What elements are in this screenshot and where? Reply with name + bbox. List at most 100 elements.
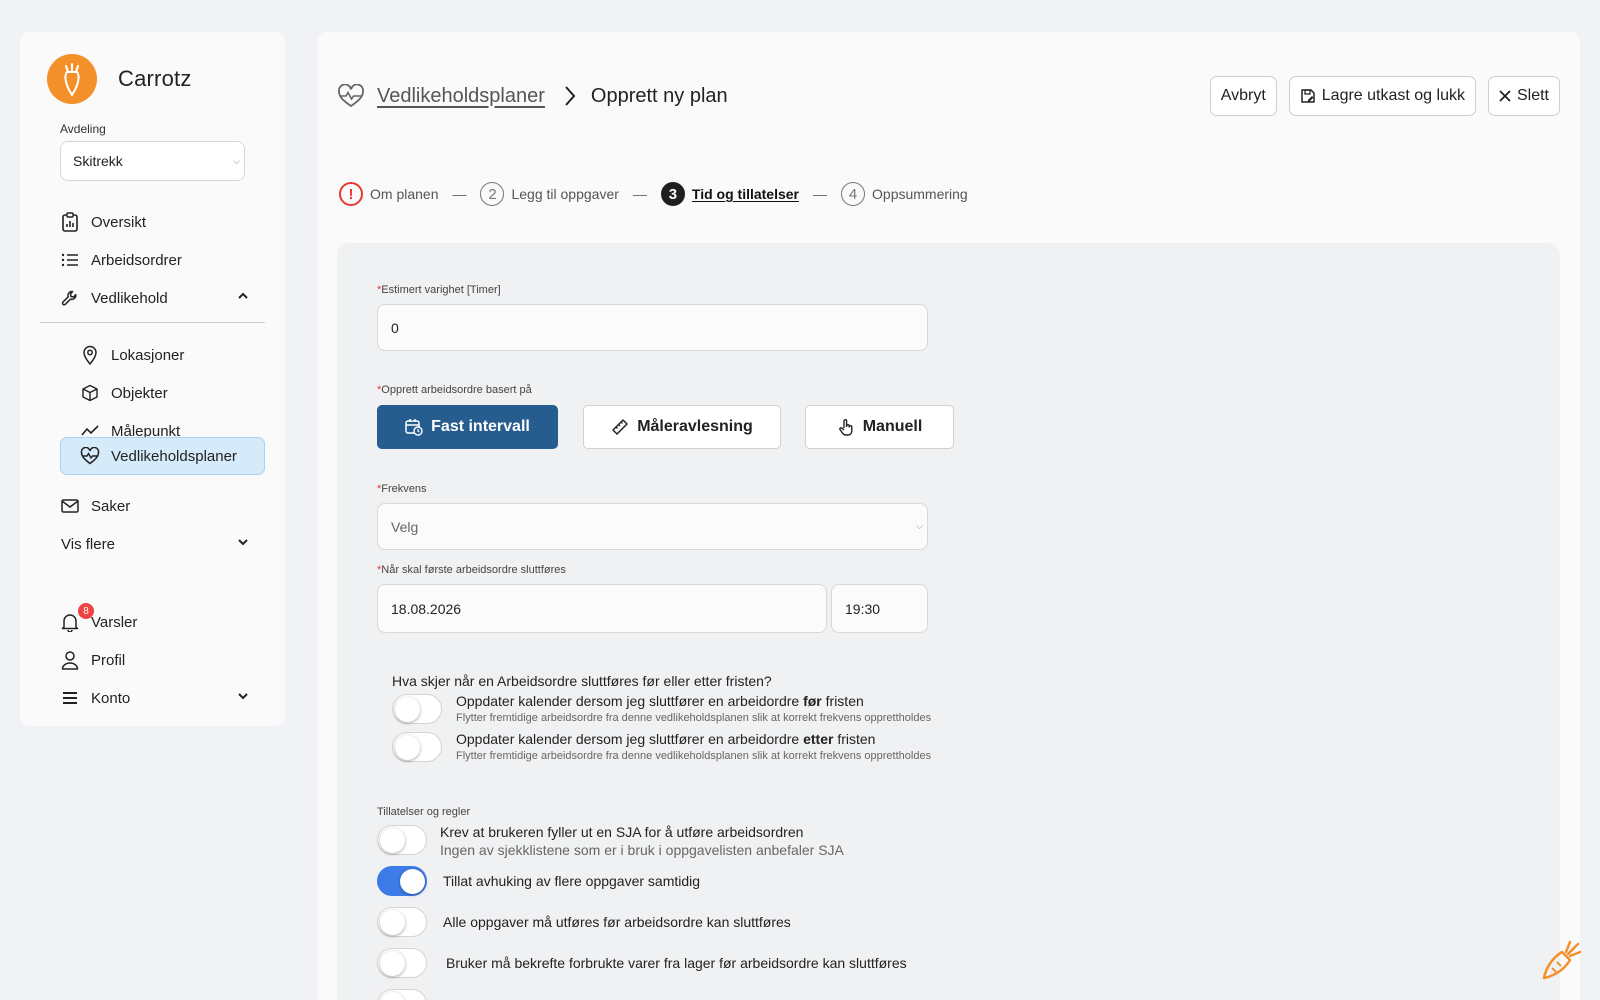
additional-rule-toggle[interactable] — [377, 989, 427, 1000]
save-draft-button[interactable]: Lagre utkast og lukk — [1288, 76, 1476, 116]
require-sja-toggle[interactable] — [377, 825, 427, 855]
chevron-down-icon: ⌵ — [916, 521, 923, 531]
sidebar-item-vis-flere[interactable]: Vis flere — [60, 526, 265, 562]
sidebar-item-oversikt[interactable]: Oversikt — [60, 204, 265, 240]
brand[interactable]: Carrotz — [47, 54, 192, 104]
sidebar-item-varsler[interactable]: 8 Varsler — [60, 603, 265, 640]
toggle-knob — [380, 992, 405, 1000]
step-tid-og-tillatelser[interactable]: 3 Tid og tillatelser — [660, 182, 800, 206]
manual-button[interactable]: Manuell — [805, 405, 954, 449]
user-icon — [60, 650, 80, 670]
basis-option-label: Fast intervall — [431, 418, 530, 435]
sidebar-item-lokasjoner[interactable]: Lokasjoner — [80, 337, 285, 373]
hand-pointer-icon — [837, 418, 855, 436]
step-number: 3 — [660, 182, 685, 206]
map-pin-icon — [80, 345, 100, 365]
update-after-desc: Flytter fremtidige arbeidsordre fra denn… — [456, 750, 932, 762]
step-separator: — — [813, 186, 828, 202]
header-actions: Avbryt Lagre utkast og lukk Slett — [1209, 76, 1560, 116]
update-before-title: Oppdater kalender dersom jeg sluttfører … — [456, 693, 864, 709]
sidebar-item-label: Saker — [91, 497, 131, 515]
frequency-value: Velg — [391, 518, 419, 535]
sidebar-item-objekter[interactable]: Objekter — [80, 375, 285, 411]
step-number: 4 — [841, 182, 866, 206]
permissions-label: Tillatelser og regler — [377, 806, 471, 818]
delete-button[interactable]: Slett — [1487, 76, 1560, 116]
basis-option-label: Manuell — [862, 418, 923, 435]
confirm-stock-toggle[interactable] — [377, 948, 427, 978]
cancel-button-label: Avbryt — [1220, 87, 1266, 104]
first-due-date-input[interactable]: 18.08.2026 — [377, 584, 827, 633]
sidebar-divider — [40, 322, 265, 323]
wrench-icon — [60, 288, 80, 308]
brand-name: Carrotz — [118, 66, 192, 91]
close-icon — [1499, 90, 1511, 102]
update-after-toggle[interactable] — [392, 732, 442, 762]
sidebar-item-label: Objekter — [111, 384, 168, 402]
sidebar-item-label: Lokasjoner — [111, 346, 185, 364]
first-due-time-input[interactable]: 19:30 — [831, 584, 928, 633]
form-card: *Estimert varighet [Timer] 0 *Opprett ar… — [337, 243, 1560, 1000]
step-label: Tid og tillatelser — [691, 186, 800, 202]
sidebar: Carrotz Avdeling Skitrekk ⌵ Oversikt Arb… — [20, 32, 285, 726]
page-title: Opprett ny plan — [590, 84, 728, 107]
step-oppsummering[interactable]: 4 Oppsummering — [841, 182, 968, 206]
all-tasks-required-title: Alle oppgaver må utføres før arbeidsordr… — [443, 914, 791, 930]
carrot-icon[interactable] — [1540, 938, 1582, 987]
wizard-steps: ! Om planen — 2 Legg til oppgaver — 3 Ti… — [339, 182, 968, 206]
sidebar-item-vedlikehold[interactable]: Vedlikehold — [60, 280, 265, 316]
step-om-planen[interactable]: ! Om planen — [339, 182, 438, 206]
sidebar-item-label: Oversikt — [91, 213, 147, 231]
sidebar-item-label: Arbeidsordrer — [91, 251, 182, 269]
sidebar-item-label: Varsler — [91, 613, 138, 631]
require-sja-desc: Ingen av sjekklistene som er i bruk i op… — [440, 842, 844, 858]
require-sja-title: Krev at brukeren fyller ut en SJA for å … — [440, 824, 804, 840]
toggle-knob — [395, 697, 420, 722]
allow-multi-check-title: Tillat avhuking av flere oppgaver samtid… — [443, 873, 701, 889]
cancel-button[interactable]: Avbryt — [1209, 76, 1277, 116]
save-draft-label: Lagre utkast og lukk — [1321, 87, 1465, 104]
sidebar-item-profil[interactable]: Profil — [60, 642, 265, 678]
update-before-toggle[interactable] — [392, 694, 442, 724]
deadline-question: Hva skjer når en Arbeidsordre sluttføres… — [392, 673, 772, 689]
calendar-clock-icon — [405, 418, 423, 436]
step-separator: — — [452, 186, 467, 202]
step-legg-til-oppgaver[interactable]: 2 Legg til oppgaver — [480, 182, 619, 206]
frequency-label: *Frekvens — [377, 483, 427, 495]
chevron-down-icon: ⌵ — [233, 155, 240, 166]
fixed-interval-button[interactable]: Fast intervall — [377, 405, 558, 449]
step-label: Oppsummering — [872, 186, 968, 202]
heart-pulse-icon — [80, 446, 100, 466]
menu-icon — [60, 688, 80, 708]
confirm-stock-title: Bruker må bekrefte forbrukte varer fra l… — [446, 955, 907, 971]
delete-label: Slett — [1516, 87, 1549, 104]
sidebar-item-label: Vis flere — [61, 535, 115, 553]
sidebar-item-saker[interactable]: Saker — [60, 488, 265, 524]
step-label: Legg til oppgaver — [511, 186, 619, 202]
toggle-knob — [380, 951, 405, 976]
toggle-knob — [400, 869, 425, 894]
chevron-down-icon[interactable] — [237, 689, 249, 706]
step-label: Om planen — [370, 186, 439, 202]
sidebar-item-vedlikeholdsplaner[interactable]: Vedlikeholdsplaner — [60, 437, 265, 475]
sidebar-item-label: Profil — [91, 651, 126, 669]
department-label: Avdeling — [60, 122, 106, 136]
notification-badge: 8 — [78, 603, 94, 619]
department-select[interactable]: Skitrekk ⌵ — [60, 141, 245, 181]
chevron-right-icon — [563, 85, 577, 107]
breadcrumb-link[interactable]: Vedlikeholdsplaner — [377, 85, 545, 108]
list-icon — [60, 250, 80, 270]
chevron-down-icon[interactable] — [237, 535, 249, 552]
page-header: Vedlikeholdsplaner Opprett ny plan Avbry… — [337, 76, 1560, 116]
allow-multi-check-toggle[interactable] — [377, 866, 427, 896]
all-tasks-required-toggle[interactable] — [377, 907, 427, 937]
sidebar-item-arbeidsordrer[interactable]: Arbeidsordrer — [60, 242, 265, 278]
sidebar-item-konto[interactable]: Konto — [60, 680, 265, 716]
toggle-knob — [380, 910, 405, 935]
meter-reading-button[interactable]: Måleravlesning — [583, 405, 781, 449]
duration-input[interactable]: 0 — [377, 304, 928, 351]
chevron-up-icon[interactable] — [237, 289, 249, 306]
clipboard-icon — [60, 212, 80, 232]
frequency-select[interactable]: Velg ⌵ — [377, 503, 928, 550]
basis-label: *Opprett arbeidsordre basert på — [377, 384, 532, 396]
